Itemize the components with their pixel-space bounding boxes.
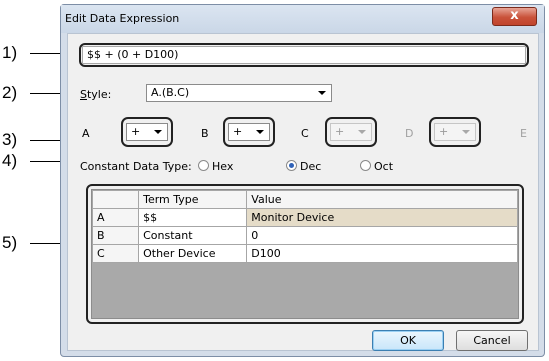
- row-id[interactable]: C: [91, 244, 140, 263]
- row-id[interactable]: A: [91, 208, 140, 227]
- table-row[interactable]: B Constant 0: [91, 226, 518, 245]
- header-value: Value: [246, 190, 518, 209]
- ok-button[interactable]: OK: [372, 330, 444, 351]
- term-label-a: A: [82, 127, 90, 140]
- term-type-cell[interactable]: Other Device: [138, 244, 248, 263]
- chevron-down-icon: [358, 130, 366, 134]
- radio-hex[interactable]: [198, 160, 209, 171]
- radio-oct-label[interactable]: Oct: [374, 160, 393, 173]
- value-cell[interactable]: 0: [246, 226, 518, 245]
- operator-a-select[interactable]: +: [126, 123, 168, 141]
- close-icon: x: [510, 8, 519, 23]
- style-select[interactable]: A.(B.C): [146, 84, 332, 102]
- dialog-body: $$ + (0 + D100) Style: A.(B.C) A + B + C…: [67, 33, 539, 351]
- constant-data-type-label: Constant Data Type:: [80, 160, 192, 173]
- style-select-value: A.(B.C): [151, 86, 190, 99]
- close-button[interactable]: x: [492, 7, 537, 26]
- value-cell[interactable]: Monitor Device: [246, 208, 518, 227]
- terms-grid[interactable]: Term Type Value A $$ Monitor Device B Co…: [91, 189, 519, 319]
- edit-data-expression-dialog: Edit Data Expression x $$ + (0 + D100) S…: [60, 4, 545, 357]
- operator-b-value: +: [233, 125, 243, 138]
- radio-hex-label[interactable]: Hex: [212, 160, 233, 173]
- expression-highlight: $$ + (0 + D100): [79, 43, 529, 67]
- radio-dec[interactable]: [286, 160, 297, 171]
- header-corner: [91, 190, 140, 209]
- operator-c-value: +: [335, 125, 345, 138]
- term-type-cell[interactable]: Constant: [138, 226, 248, 245]
- table-header-row: Term Type Value: [91, 190, 518, 209]
- term-label-c: C: [301, 127, 309, 140]
- expression-input[interactable]: $$ + (0 + D100): [82, 46, 526, 64]
- chevron-down-icon: [318, 91, 326, 95]
- operator-d-select[interactable]: +: [434, 123, 476, 141]
- term-label-e: E: [520, 127, 527, 140]
- dialog-title: Edit Data Expression: [65, 12, 180, 25]
- callout-1: 1): [2, 43, 18, 62]
- term-label-d: D: [405, 127, 414, 140]
- cancel-button[interactable]: Cancel: [456, 330, 528, 351]
- terms-table: Term Type Value A $$ Monitor Device B Co…: [91, 190, 518, 263]
- callout-2: 2): [2, 83, 18, 102]
- term-label-b: B: [201, 127, 209, 140]
- callout-4: 4): [2, 151, 18, 170]
- chevron-down-icon: [462, 130, 470, 134]
- terms-grid-highlight: Term Type Value A $$ Monitor Device B Co…: [86, 184, 524, 324]
- term-type-cell[interactable]: $$: [138, 208, 248, 227]
- callout-5: 5): [2, 233, 18, 252]
- chevron-down-icon: [154, 130, 162, 134]
- value-cell[interactable]: D100: [246, 244, 518, 263]
- radio-dec-label[interactable]: Dec: [300, 160, 321, 173]
- radio-oct[interactable]: [360, 160, 371, 171]
- table-row[interactable]: C Other Device D100: [91, 244, 518, 263]
- operator-b-select[interactable]: +: [228, 123, 270, 141]
- callout-3: 3): [2, 130, 18, 149]
- chevron-down-icon: [256, 130, 264, 134]
- style-label: Style:: [80, 88, 112, 101]
- operator-a-value: +: [131, 125, 141, 138]
- operator-c-select[interactable]: +: [330, 123, 372, 141]
- header-term-type: Term Type: [138, 190, 248, 209]
- table-row[interactable]: A $$ Monitor Device: [91, 208, 518, 227]
- operator-d-value: +: [439, 125, 449, 138]
- row-id[interactable]: B: [91, 226, 140, 245]
- title-bar[interactable]: Edit Data Expression x: [61, 5, 544, 33]
